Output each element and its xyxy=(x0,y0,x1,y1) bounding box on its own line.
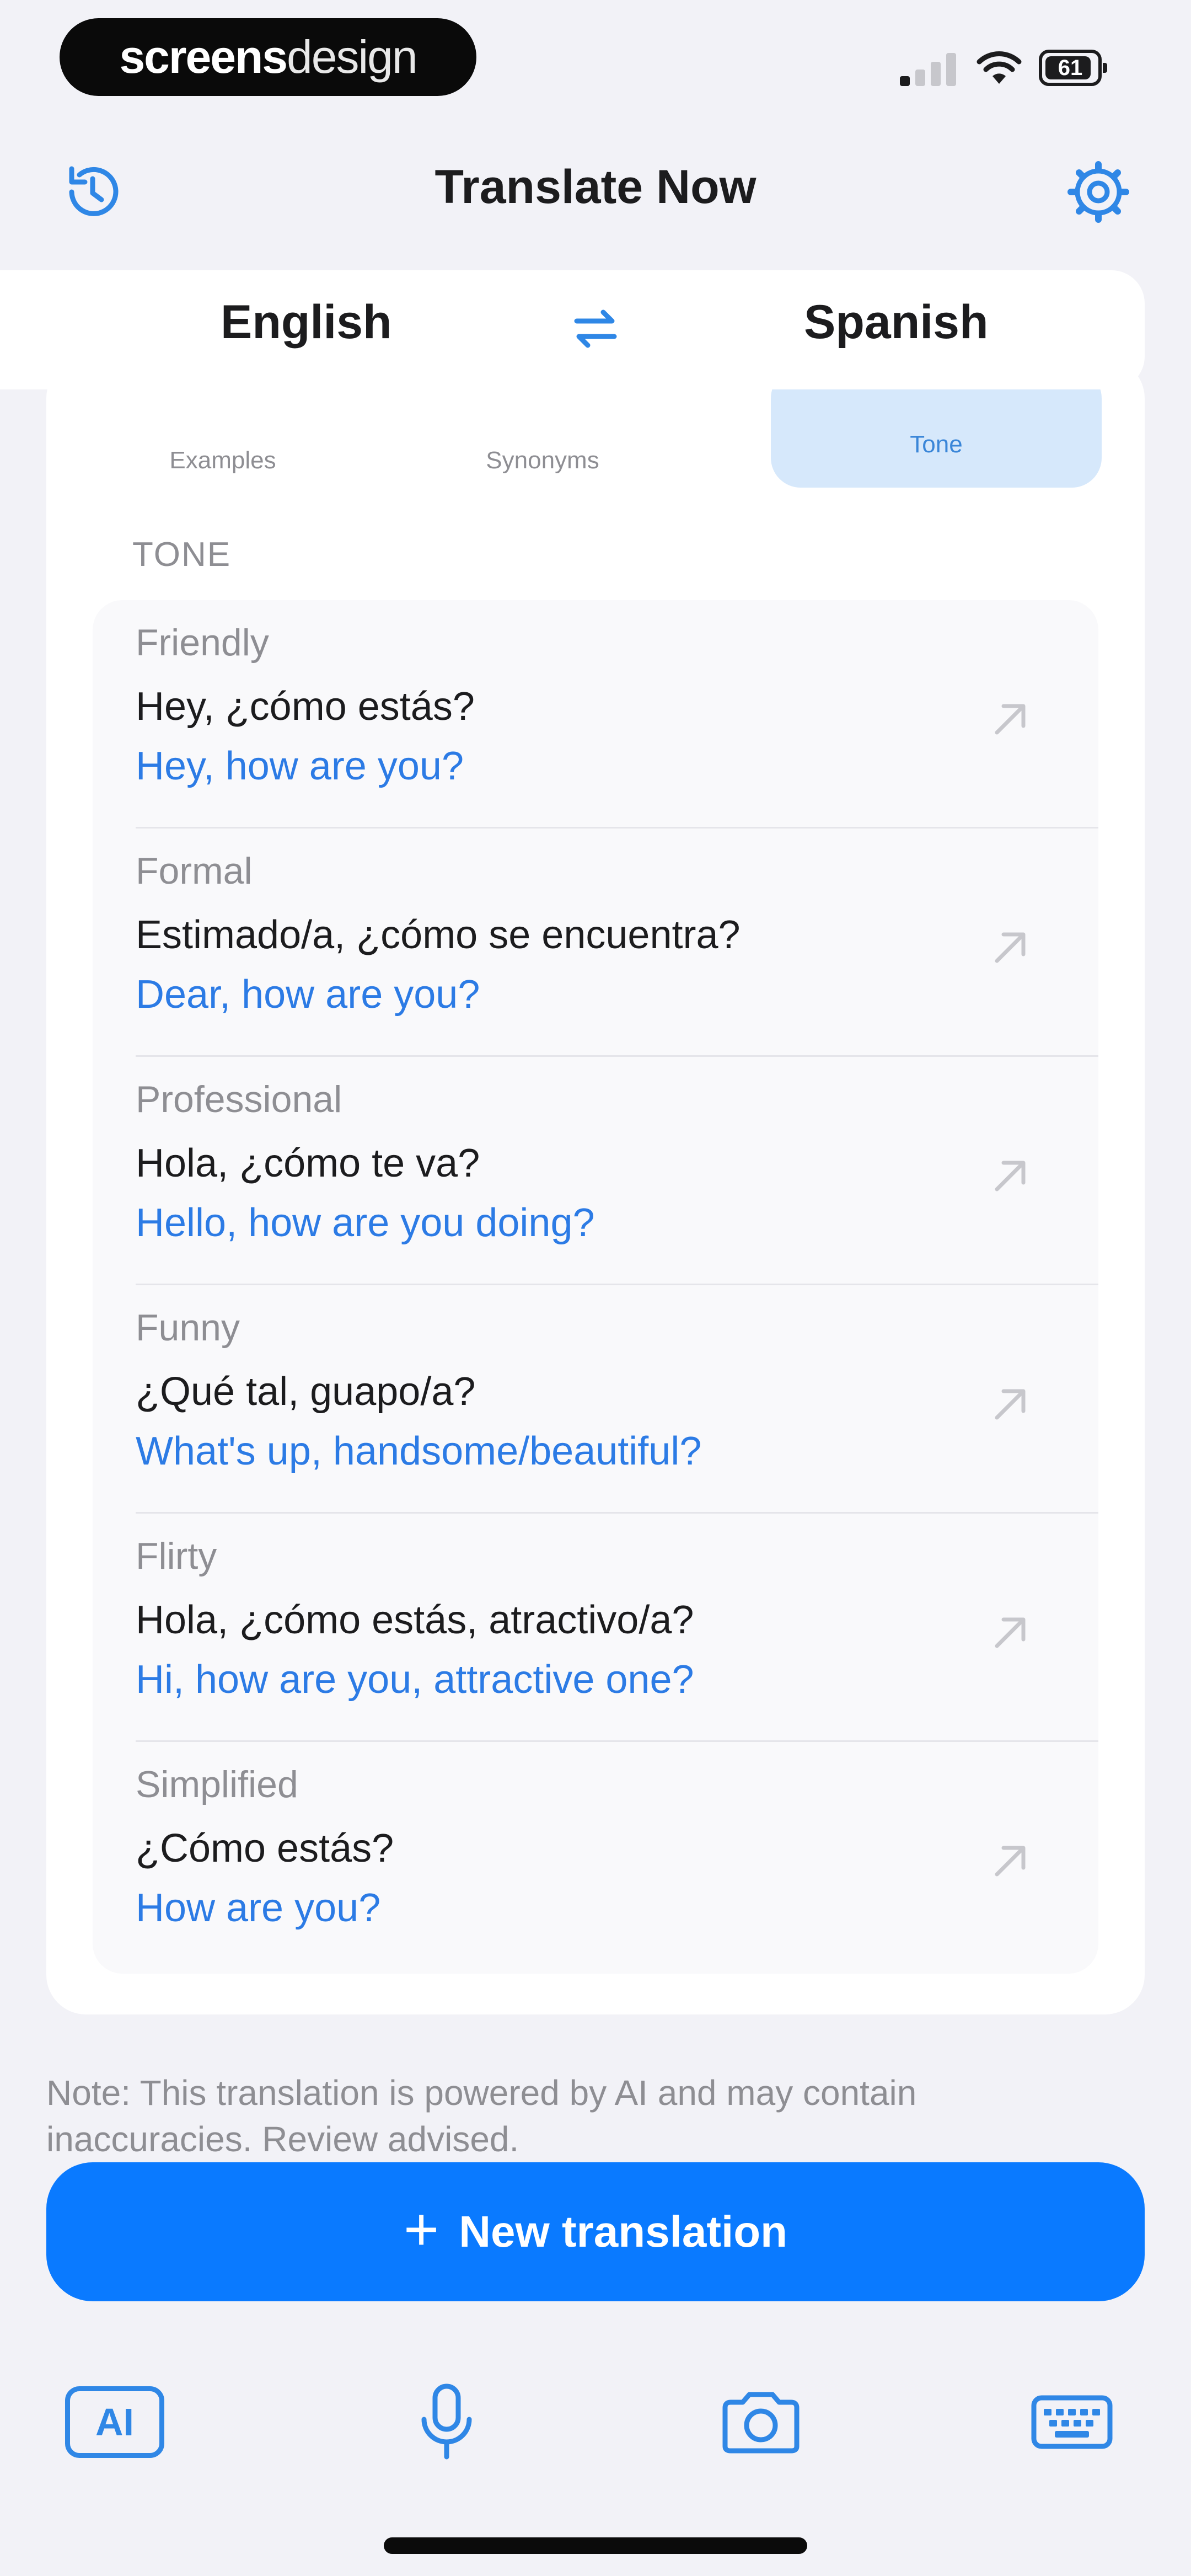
gear-icon xyxy=(1067,161,1129,223)
tab-tone-label: Tone xyxy=(910,431,963,458)
tone-translation-text: Hi, how are you, attractive one? xyxy=(136,1658,694,1702)
tone-item-flirty[interactable]: Flirty Hola, ¿cómo estás, atractivo/a? H… xyxy=(93,1514,1098,1742)
ai-mode-button[interactable]: AI xyxy=(65,2381,164,2463)
brand-logo: screens design xyxy=(60,18,476,96)
tone-translation-text: Hello, how are you doing? xyxy=(136,1201,595,1245)
plus-icon: + xyxy=(404,2195,439,2263)
tone-label: Formal xyxy=(136,850,253,892)
tab-examples-label: Examples xyxy=(169,447,276,474)
tone-label: Friendly xyxy=(136,622,269,664)
battery-percentage: 61 xyxy=(1058,55,1083,80)
tab-synonyms[interactable]: Synonyms xyxy=(443,408,642,474)
camera-icon xyxy=(722,2392,800,2454)
new-translation-label: New translation xyxy=(459,2207,787,2256)
tone-source-text: Hey, ¿cómo estás? xyxy=(136,685,475,729)
arrow-up-right-icon[interactable] xyxy=(986,1836,1036,1885)
new-translation-button[interactable]: + New translation xyxy=(46,2162,1145,2301)
tone-label: Simplified xyxy=(136,1763,298,1805)
source-language-button[interactable]: English xyxy=(221,295,392,350)
ai-icon-label: AI xyxy=(95,2401,134,2444)
tone-translation-text: How are you? xyxy=(136,1886,381,1930)
home-indicator[interactable] xyxy=(384,2537,807,2554)
keyboard-icon xyxy=(1031,2395,1113,2449)
tone-translation-text: Hey, how are you? xyxy=(136,744,464,788)
tone-label: Funny xyxy=(136,1307,240,1349)
wifi-icon xyxy=(977,51,1022,84)
keyboard-button[interactable] xyxy=(1028,2381,1116,2463)
tone-source-text: Hola, ¿cómo estás, atractivo/a? xyxy=(136,1598,694,1642)
tone-item-simplified[interactable]: Simplified ¿Cómo estás? How are you? xyxy=(93,1742,1098,1970)
microphone-icon xyxy=(421,2383,472,2460)
tone-source-text: ¿Cómo estás? xyxy=(136,1826,394,1870)
ai-disclaimer-note: Note: This translation is powered by AI … xyxy=(46,2073,917,2159)
tone-item-funny[interactable]: Funny ¿Qué tal, guapo/a? What's up, hand… xyxy=(93,1285,1098,1514)
tone-item-formal[interactable]: Formal Estimado/a, ¿cómo se encuentra? D… xyxy=(93,829,1098,1057)
tone-translation-text: Dear, how are you? xyxy=(136,972,480,1017)
section-label: TONE xyxy=(132,536,232,574)
tone-item-friendly[interactable]: Friendly Hey, ¿cómo estás? Hey, how are … xyxy=(93,600,1098,829)
tone-label: Flirty xyxy=(136,1535,217,1577)
brand-logo-part2: design xyxy=(287,31,418,83)
tone-translation-text: What's up, handsome/beautiful? xyxy=(136,1429,702,1473)
camera-button[interactable] xyxy=(717,2381,805,2463)
battery-icon: 61 xyxy=(1039,50,1107,86)
arrow-up-right-icon[interactable] xyxy=(986,1607,1036,1657)
arrow-up-right-icon[interactable] xyxy=(986,922,1036,972)
tab-examples[interactable]: Examples xyxy=(124,408,322,474)
translation-card: Examples Synonyms Tone TONE Friendly Hey… xyxy=(46,359,1145,2014)
tab-synonyms-label: Synonyms xyxy=(486,447,599,474)
tone-source-text: Hola, ¿cómo te va? xyxy=(136,1141,480,1185)
tone-list: Friendly Hey, ¿cómo estás? Hey, how are … xyxy=(93,600,1098,1974)
settings-button[interactable] xyxy=(1062,156,1135,228)
tone-label: Professional xyxy=(136,1078,342,1120)
cellular-signal-icon xyxy=(900,53,958,86)
brand-logo-part1: screens xyxy=(119,31,288,83)
page-title: Translate Now xyxy=(434,161,757,213)
tone-source-text: ¿Qué tal, guapo/a? xyxy=(136,1370,476,1414)
target-language-button[interactable]: Spanish xyxy=(804,295,989,350)
arrow-up-right-icon[interactable] xyxy=(986,1151,1036,1200)
language-selector-bar: English Spanish xyxy=(0,270,1145,389)
swap-arrows-icon[interactable] xyxy=(569,302,622,355)
tone-item-professional[interactable]: Professional Hola, ¿cómo te va? Hello, h… xyxy=(93,1057,1098,1285)
arrow-up-right-icon[interactable] xyxy=(986,1379,1036,1429)
microphone-button[interactable] xyxy=(414,2381,480,2463)
tone-source-text: Estimado/a, ¿cómo se encuentra? xyxy=(136,913,741,957)
ai-icon: AI xyxy=(65,2386,164,2458)
arrow-up-right-icon[interactable] xyxy=(986,694,1036,744)
